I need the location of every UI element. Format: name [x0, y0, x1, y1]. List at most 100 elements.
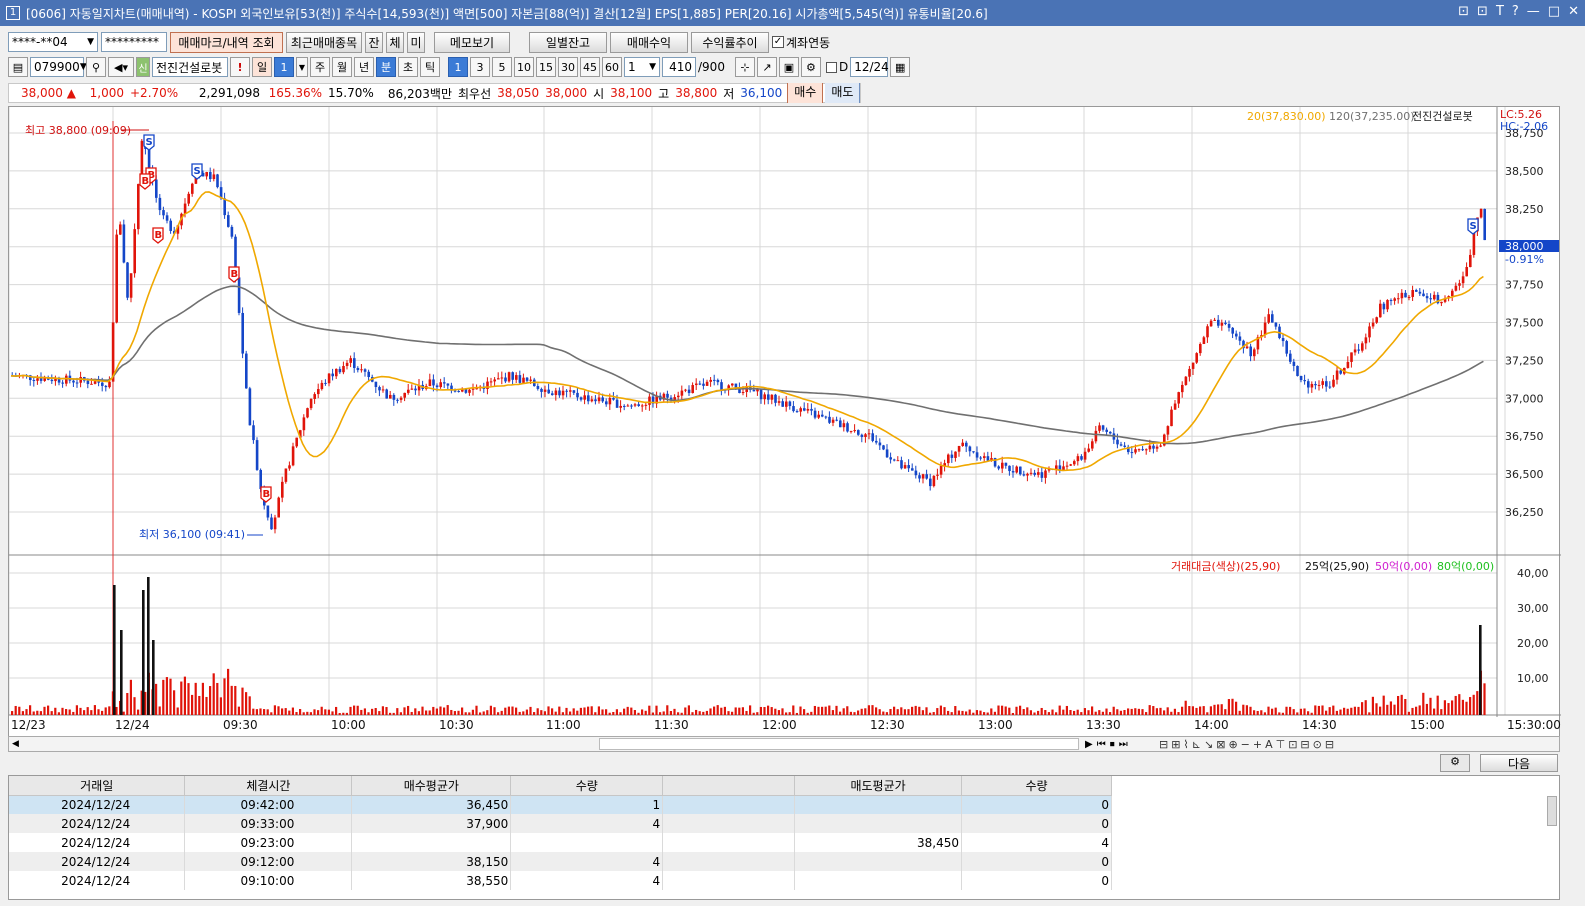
header-date[interactable]: 거래일 — [9, 776, 186, 796]
table-scrollbar[interactable] — [1547, 796, 1557, 826]
calendar-icon[interactable]: ▦ — [890, 57, 911, 77]
minute-3-button[interactable]: 3 — [470, 57, 490, 77]
help-icon[interactable]: ? — [1512, 4, 1519, 19]
candle-body — [1195, 353, 1198, 363]
minute-60-button[interactable]: 60 — [602, 57, 622, 77]
period-tick-button[interactable]: 틱 — [420, 57, 440, 77]
period-minute-button[interactable]: 분 — [376, 57, 396, 77]
volume-bar — [353, 705, 356, 715]
layout-icon[interactable]: ⊡ — [1477, 4, 1488, 19]
table-row[interactable]: 2024/12/24 09:10:00 38,550 4 0 — [9, 871, 1112, 890]
maximize-button[interactable]: □ — [1548, 4, 1560, 19]
volume-bar — [662, 711, 665, 715]
gear-icon[interactable]: ⚙ — [1440, 754, 1470, 772]
font-icon[interactable]: T — [1496, 4, 1504, 19]
table-row[interactable]: 2024/12/24 09:42:00 36,450 1 0 — [9, 795, 1112, 814]
volume-bar — [1166, 707, 1169, 715]
volume-bar — [363, 708, 366, 715]
table-row[interactable]: 2024/12/24 09:12:00 38,150 4 0 — [9, 852, 1112, 871]
date-checkbox[interactable] — [825, 61, 837, 73]
trade-profit-button[interactable]: 매매수익 — [610, 31, 688, 53]
search-icon[interactable]: ⚲ — [86, 57, 106, 77]
minimize-button[interactable]: — — [1527, 4, 1540, 19]
volume-bar — [925, 707, 928, 715]
candle-body — [1418, 291, 1422, 294]
volume-bar — [630, 707, 633, 715]
crosshair-icon[interactable]: ⊹ — [734, 57, 755, 77]
volume-bar — [104, 707, 107, 715]
yield-trend-button[interactable]: 수익률추이 — [691, 31, 769, 53]
period-week-button[interactable]: 주 — [310, 57, 330, 77]
save-icon[interactable]: ▣ — [778, 57, 799, 77]
candle-body — [50, 379, 54, 382]
time-axis: 12/23 12/24 09:30 10:00 10:30 11:00 11:30 12:00… — [11, 718, 1561, 732]
pin-icon[interactable]: ⊡ — [1458, 4, 1469, 19]
minute-10-button[interactable]: 10 — [514, 57, 534, 77]
candle-body — [785, 401, 788, 407]
minute-15-button[interactable]: 15 — [536, 57, 556, 77]
window-icon[interactable]: 1 — [6, 6, 20, 20]
period-day-number[interactable]: 1 — [274, 57, 294, 77]
minute-45-button[interactable]: 45 — [580, 57, 600, 77]
volume-bar — [1292, 709, 1295, 715]
drawing-tools[interactable]: ⊟⊞⌇⊾↘⊠⊕−+A⊤⊡⊟⊙⊟ — [1159, 738, 1337, 751]
minute-custom-select[interactable]: 1 ▼ — [624, 57, 660, 77]
candle-body — [385, 389, 388, 399]
header-sell-avg[interactable]: 매도평균가 — [794, 776, 963, 796]
header-buy-avg[interactable]: 매수평균가 — [351, 776, 512, 796]
period-year-button[interactable]: 년 — [354, 57, 374, 77]
speaker-icon[interactable]: ◀▾ — [108, 57, 134, 77]
chart-panel[interactable]: SBBSBBBS 38,75038,50038,25038,00037,7503… — [8, 106, 1561, 739]
volume-bar — [979, 710, 982, 715]
password-field[interactable]: ********* — [101, 32, 167, 52]
minute-30-button[interactable]: 30 — [558, 57, 578, 77]
account-select[interactable]: ****-**04 ▼ — [8, 32, 98, 52]
recent-trades-button[interactable]: 최근매매종목 — [286, 31, 362, 53]
trade-mark-button[interactable]: 매매마크/내역 조회 — [170, 31, 283, 53]
period-day-button[interactable]: 일 — [252, 57, 272, 77]
candle-body — [684, 389, 687, 391]
volume-bar — [1386, 704, 1389, 715]
buy-button[interactable]: 매수 — [787, 83, 824, 103]
period-second-button[interactable]: 초 — [398, 57, 418, 77]
header-buy-qty[interactable]: 수량 — [510, 776, 664, 796]
unfilled-button[interactable]: 미 — [407, 31, 425, 53]
gear-icon[interactable]: ⚙ — [800, 57, 821, 77]
chart-scrollbar[interactable]: ◀ ▶⏮⏹⏭ ⊟⊞⌇⊾↘⊠⊕−+A⊤⊡⊟⊙⊟ — [8, 736, 1560, 752]
window-title: [0606] 자동일지차트(매매내역) - KOSPI 외국인보유[53(천)]… — [26, 6, 988, 21]
volume-bar — [1483, 683, 1486, 715]
draw-icon[interactable]: ↗ — [756, 57, 777, 77]
daily-balance-button[interactable]: 일별잔고 — [529, 31, 607, 53]
header-time[interactable]: 체결시간 — [184, 776, 353, 796]
candle-body — [615, 399, 619, 408]
balance-button[interactable]: 잔 — [365, 31, 383, 53]
volume-bar — [1173, 708, 1176, 715]
next-button[interactable]: 다음 — [1480, 754, 1558, 772]
count-input[interactable]: 410 — [662, 57, 696, 77]
period-month-button[interactable]: 월 — [332, 57, 352, 77]
panel-icon[interactable]: ▤ — [8, 57, 28, 77]
scroll-thumb[interactable] — [599, 738, 1079, 750]
price-chart-svg[interactable]: SBBSBBBS 38,75038,50038,25038,00037,7503… — [8, 107, 1561, 739]
header-sell-qty[interactable]: 수량 — [961, 776, 1112, 796]
scroll-left-icon[interactable]: ◀ — [12, 739, 19, 749]
volume-bar — [1245, 705, 1248, 715]
volume-bar — [1145, 712, 1148, 715]
executed-button[interactable]: 체 — [386, 31, 404, 53]
volume-bar — [248, 696, 251, 715]
date-input[interactable]: 12/24 — [850, 57, 889, 77]
minute-1-button[interactable]: 1 — [448, 57, 468, 77]
sell-button[interactable]: 매도 — [825, 83, 861, 103]
account-link-checkbox[interactable]: ✓ 계좌연동 — [772, 34, 830, 51]
memo-button[interactable]: 메모보기 — [434, 31, 510, 53]
volume-bar — [1155, 708, 1158, 715]
candle-body — [468, 389, 471, 393]
chevron-down-icon[interactable]: ▼ — [296, 57, 308, 77]
playback-controls[interactable]: ▶⏮⏹⏭ — [1085, 739, 1132, 750]
table-row[interactable]: 2024/12/24 09:33:00 37,900 4 0 — [9, 814, 1112, 833]
table-row[interactable]: 2024/12/24 09:23:00 38,450 4 — [9, 833, 1112, 852]
stock-code-input[interactable]: 079900 ▼ — [30, 57, 87, 77]
minute-5-button[interactable]: 5 — [492, 57, 512, 77]
alert-button[interactable]: ! — [230, 57, 250, 77]
close-button[interactable]: ✕ — [1568, 4, 1579, 19]
